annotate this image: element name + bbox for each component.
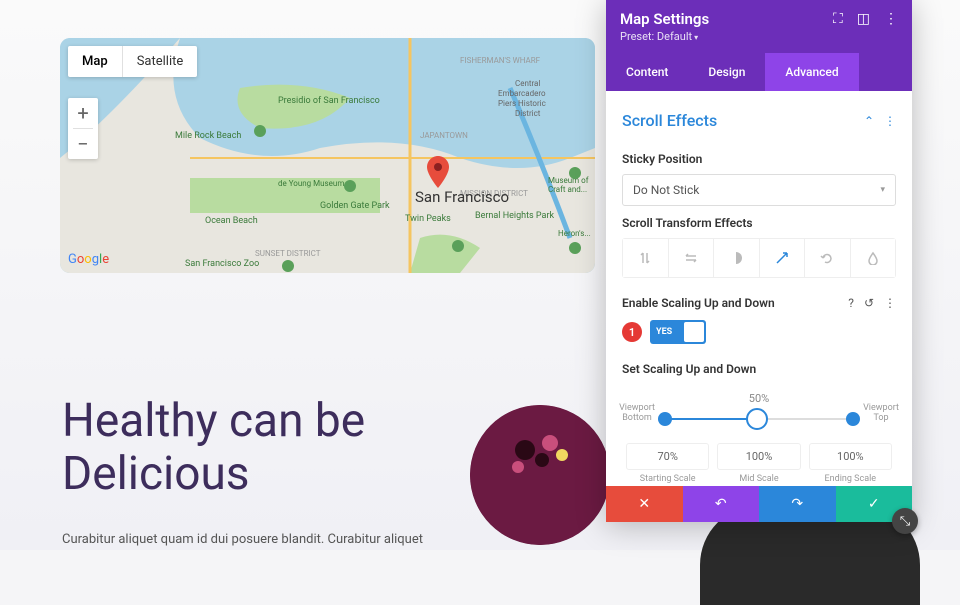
slider-handle-end[interactable] (846, 412, 860, 426)
panel-title: Map Settings (620, 10, 709, 28)
reset-icon[interactable]: ↺ (864, 296, 874, 310)
help-icon[interactable]: ? (848, 296, 854, 310)
dock-icon[interactable]: ◫ (857, 11, 870, 27)
expand-icon[interactable]: ⛶ (833, 11, 843, 27)
sticky-position-select[interactable]: Do Not Stick (622, 174, 896, 206)
svg-text:Museum ofCraft and...: Museum ofCraft and... (548, 176, 589, 194)
section-menu-icon[interactable]: ⋮ (884, 114, 896, 128)
panel-body[interactable]: Scroll Effects ⌃ ⋮ Sticky Position Do No… (606, 91, 912, 486)
panel-header: Map Settings ⛶ ◫ ⋮ Preset: Default (606, 0, 912, 53)
svg-text:Bernal Heights Park: Bernal Heights Park (475, 211, 555, 221)
annotation-badge: 1 (622, 322, 642, 342)
set-scaling-label: Set Scaling Up and Down (622, 362, 896, 376)
tab-advanced[interactable]: Advanced (765, 53, 858, 91)
section-scroll-effects[interactable]: Scroll Effects ⌃ ⋮ (622, 91, 896, 142)
enable-scaling-toggle[interactable]: YES (650, 320, 706, 344)
svg-text:Ocean Beach: Ocean Beach (205, 216, 258, 226)
transform-vertical-icon[interactable] (623, 239, 668, 277)
enable-scaling-label: Enable Scaling Up and Down (622, 296, 775, 310)
panel-footer: ✕ ↶ ↷ ✓ (606, 486, 912, 522)
preset-selector[interactable]: Preset: Default (620, 30, 898, 43)
food-image-1 (470, 405, 610, 545)
resize-handle-icon[interactable]: ⤡ (892, 508, 918, 534)
svg-text:Golden Gate Park: Golden Gate Park (320, 201, 390, 211)
map-container[interactable]: Presidio of San Francisco Mile Rock Beac… (60, 38, 595, 273)
tab-design[interactable]: Design (688, 53, 765, 91)
svg-text:San Francisco Zoo: San Francisco Zoo (185, 259, 259, 269)
map-type-satellite[interactable]: Satellite (123, 46, 198, 77)
svg-text:Mile Rock Beach: Mile Rock Beach (175, 131, 241, 141)
map-pin-icon (427, 156, 449, 188)
settings-panel: Map Settings ⛶ ◫ ⋮ Preset: Default Conte… (606, 0, 912, 522)
scaling-slider[interactable]: 50% Viewport Bottom Viewport Top (622, 392, 896, 429)
viewport-top-label: Viewport Top (861, 404, 901, 424)
close-button[interactable]: ✕ (606, 486, 683, 522)
options-icon[interactable]: ⋮ (884, 296, 896, 310)
transform-fade-icon[interactable] (713, 239, 759, 277)
viewport-bottom-label: Viewport Bottom (617, 404, 657, 424)
svg-text:Heron's...: Heron's... (558, 229, 591, 238)
map-type-map[interactable]: Map (68, 46, 122, 77)
map-attribution: Google (68, 252, 109, 267)
slider-handle-mid[interactable] (750, 412, 764, 426)
hero-heading: Healthy can beDelicious (62, 395, 365, 501)
mid-scale-value[interactable]: 100% (717, 443, 800, 470)
svg-text:JAPANTOWN: JAPANTOWN (420, 131, 468, 140)
svg-text:FISHERMAN'S WHARF: FISHERMAN'S WHARF (460, 56, 541, 65)
redo-button[interactable]: ↷ (759, 486, 836, 522)
svg-text:Presidio of San Francisco: Presidio of San Francisco (278, 96, 380, 106)
undo-button[interactable]: ↶ (683, 486, 760, 522)
chevron-up-icon: ⌃ (864, 114, 874, 128)
transform-icon-group (622, 238, 896, 278)
tab-content[interactable]: Content (606, 53, 688, 91)
zoom-in-button[interactable]: + (68, 98, 98, 128)
ending-scale-value[interactable]: 100% (809, 443, 892, 470)
transform-scale-icon[interactable] (759, 239, 805, 277)
transform-rotate-icon[interactable] (804, 239, 850, 277)
slider-handle-start[interactable] (658, 412, 672, 426)
zoom-controls: + − (68, 98, 98, 159)
svg-text:de Young Museum: de Young Museum (278, 179, 344, 188)
transform-blur-icon[interactable] (850, 239, 896, 277)
map-city-label: San Francisco (415, 188, 509, 206)
zoom-out-button[interactable]: − (68, 129, 98, 159)
transform-horizontal-icon[interactable] (668, 239, 714, 277)
menu-icon[interactable]: ⋮ (884, 11, 898, 27)
sticky-position-label: Sticky Position (622, 152, 896, 166)
hero-subtext: Curabitur aliquet quam id dui posuere bl… (62, 532, 423, 547)
map-type-control: Map Satellite (68, 46, 197, 77)
scale-values-row: 70%Starting Scale 100%Mid Scale 100%Endi… (622, 443, 896, 485)
panel-tabs: Content Design Advanced (606, 53, 912, 91)
svg-text:Twin Peaks: Twin Peaks (405, 214, 451, 224)
starting-scale-value[interactable]: 70% (626, 443, 709, 470)
transform-effects-label: Scroll Transform Effects (622, 216, 896, 230)
svg-text:SUNSET DISTRICT: SUNSET DISTRICT (255, 249, 321, 258)
